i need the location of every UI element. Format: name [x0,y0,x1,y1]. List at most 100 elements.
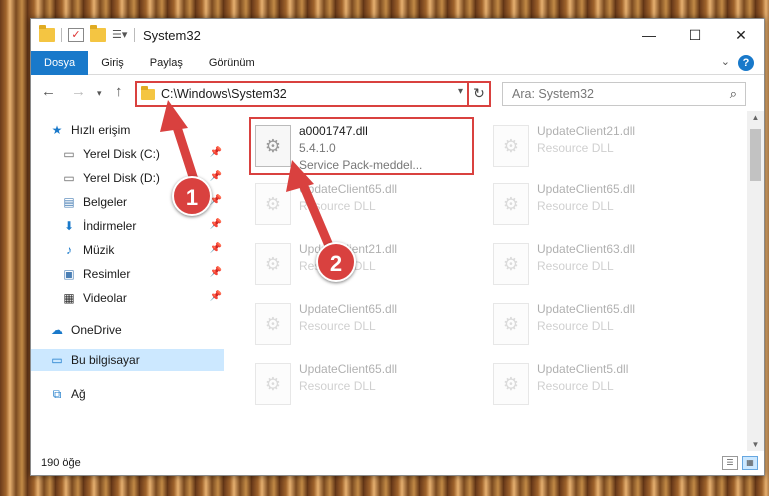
dll-file-icon: ⚙ [255,303,291,345]
file-tile[interactable]: ⚙ UpdateClient65.dll Resource DLL [251,177,476,235]
dll-file-icon: ⚙ [493,125,529,167]
search-input[interactable]: Ara: System32 ⌕ [502,82,746,106]
scroll-up-icon[interactable]: ▲ [747,113,764,122]
sidebar-item-label: Belgeler [83,195,128,209]
file-tile[interactable]: ⚙ UpdateClient63.dll Resource DLL [489,237,714,295]
sidebar-item-this-pc[interactable]: ▭ Bu bilgisayar [31,349,224,371]
file-name: UpdateClient5.dll [537,362,629,376]
sidebar-item-downloads[interactable]: ⬇ İndirmeler 📌 [61,215,226,237]
computer-icon: ▭ [51,353,63,367]
music-icon: ♪ [66,243,72,257]
sidebar-item-network[interactable]: ⧉ Ağ [49,383,226,405]
expand-ribbon-icon[interactable]: ⌄ [721,55,730,68]
file-name: UpdateClient65.dll [299,302,398,316]
step-badge-2: 2 [316,242,356,282]
file-tile-a0001747[interactable]: ⚙ a0001747.dll 5.4.1.0 Service Pack-medd… [249,117,474,175]
divider [134,28,135,42]
file-version: 5.4.1.0 [299,141,336,155]
maximize-button[interactable]: ☐ [672,19,718,51]
sidebar-item-local-disk-c[interactable]: ▭ Yerel Disk (C:) 📌 [61,143,226,165]
back-arrow-icon[interactable]: ← [41,83,56,100]
navigation-pane: ★ Hızlı erişim ▭ Yerel Disk (C:) 📌 ▭ Yer… [31,115,226,455]
pin-icon[interactable]: 📌 [210,243,222,254]
pictures-icon: ▣ [63,267,75,281]
file-description: Resource DLL [299,319,376,333]
dll-file-icon: ⚙ [493,363,529,405]
customize-toolbar-icon[interactable]: ☰▾ [112,28,128,42]
details-view-icon[interactable]: ☰ [722,456,738,470]
file-tile[interactable]: ⚙ UpdateClient65.dll Resource DLL [489,297,714,355]
file-description: Resource DLL [537,319,614,333]
pin-icon[interactable]: 📌 [210,267,222,278]
scroll-thumb[interactable] [750,129,761,181]
vertical-scrollbar[interactable]: ▲ ▼ [747,111,764,451]
help-icon[interactable]: ? [738,55,754,71]
drive-icon: ▭ [63,171,75,185]
tab-share[interactable]: Paylaş [137,51,196,75]
file-description: Resource DLL [537,259,614,273]
file-description: Resource DLL [299,199,376,213]
file-tile[interactable]: ⚙ UpdateClient65.dll Resource DLL [251,297,476,355]
view-switcher: ☰ ▦ [722,456,758,470]
minimize-button[interactable]: — [626,19,672,51]
pin-icon[interactable]: 📌 [210,147,222,158]
pin-icon[interactable]: 📌 [210,219,222,230]
title-bar: ✓ ☰▾ System32 — ☐ ✕ [31,19,764,51]
sidebar-item-label: Müzik [83,243,115,257]
sidebar-item-label: Videolar [83,291,127,305]
file-description: Resource DLL [537,199,614,213]
sidebar-item-label: Hızlı erişim [71,123,131,137]
sidebar-item-quick-access[interactable]: ★ Hızlı erişim [49,119,244,141]
dll-file-icon: ⚙ [255,363,291,405]
tab-file[interactable]: Dosya [31,50,89,75]
file-description: Resource DLL [537,379,614,393]
tab-home[interactable]: Giriş [88,51,137,75]
refresh-button[interactable]: ↻ [467,81,491,107]
forward-arrow-icon[interactable]: → [71,83,86,100]
sidebar-item-videos[interactable]: ▦ Videolar 📌 [61,287,226,309]
address-bar[interactable]: C:\Windows\System32 ▾ [135,81,491,107]
tiles-view-icon[interactable]: ▦ [742,456,758,470]
file-tile[interactable]: ⚙ UpdateClient21.dllResource DLL [489,119,714,177]
sidebar-item-onedrive[interactable]: ☁ OneDrive [49,319,226,341]
file-tile[interactable]: ⚙ UpdateClient65.dll Resource DLL [489,177,714,235]
pin-icon[interactable]: 📌 [210,291,222,302]
file-description: Service Pack-meddel... [299,158,423,172]
file-description: Resource DLL [299,379,376,393]
file-name: UpdateClient65.dll [537,302,636,316]
window-controls: — ☐ ✕ [626,19,764,51]
file-description: Resource DLL [537,141,614,155]
sidebar-item-label: Yerel Disk (C:) [83,147,160,161]
file-name: UpdateClient63.dll [537,242,636,256]
sidebar-item-label: Ağ [71,387,86,401]
search-icon[interactable]: ⌕ [730,86,737,102]
sidebar-item-label: Resimler [83,267,131,281]
quick-access-toolbar: ✓ ☰▾ [31,25,135,42]
new-folder-icon[interactable] [90,25,106,42]
drive-icon: ▭ [63,147,75,161]
file-tile[interactable]: ⚙ UpdateClient5.dll Resource DLL [489,357,714,415]
step-badge-1: 1 [172,176,212,216]
dll-file-icon: ⚙ [255,183,291,225]
scroll-down-icon[interactable]: ▼ [747,440,764,449]
folder-icon [141,85,155,100]
file-explorer-window: ✓ ☰▾ System32 — ☐ ✕ Dosya Giriş Paylaş G… [30,18,765,476]
recent-locations-icon[interactable]: ▾ [97,88,102,99]
dll-file-icon: ⚙ [493,303,529,345]
sidebar-item-label: İndirmeler [83,219,137,233]
chevron-down-icon[interactable]: ▾ [458,86,463,97]
navigation-bar: ← → ▾ ↑ C:\Windows\System32 ▾ ↻ Ara: Sys… [31,79,764,107]
sidebar-item-label: Bu bilgisayar [71,353,140,367]
close-button[interactable]: ✕ [718,19,764,51]
sidebar-item-music[interactable]: ♪ Müzik 📌 [61,239,226,261]
tab-view[interactable]: Görünüm [196,51,268,75]
divider [61,28,62,42]
properties-icon[interactable]: ✓ [68,28,84,42]
download-icon: ⬇ [63,219,75,233]
file-tile[interactable]: ⚙ UpdateClient65.dll Resource DLL [251,357,476,415]
folder-icon[interactable] [39,25,55,42]
sidebar-item-pictures[interactable]: ▣ Resimler 📌 [61,263,226,285]
file-tile[interactable]: ⚙ UpdateClient21.dllResource DLL [251,237,476,295]
up-arrow-icon[interactable]: ↑ [115,83,123,100]
pin-icon[interactable]: 📌 [210,171,222,182]
